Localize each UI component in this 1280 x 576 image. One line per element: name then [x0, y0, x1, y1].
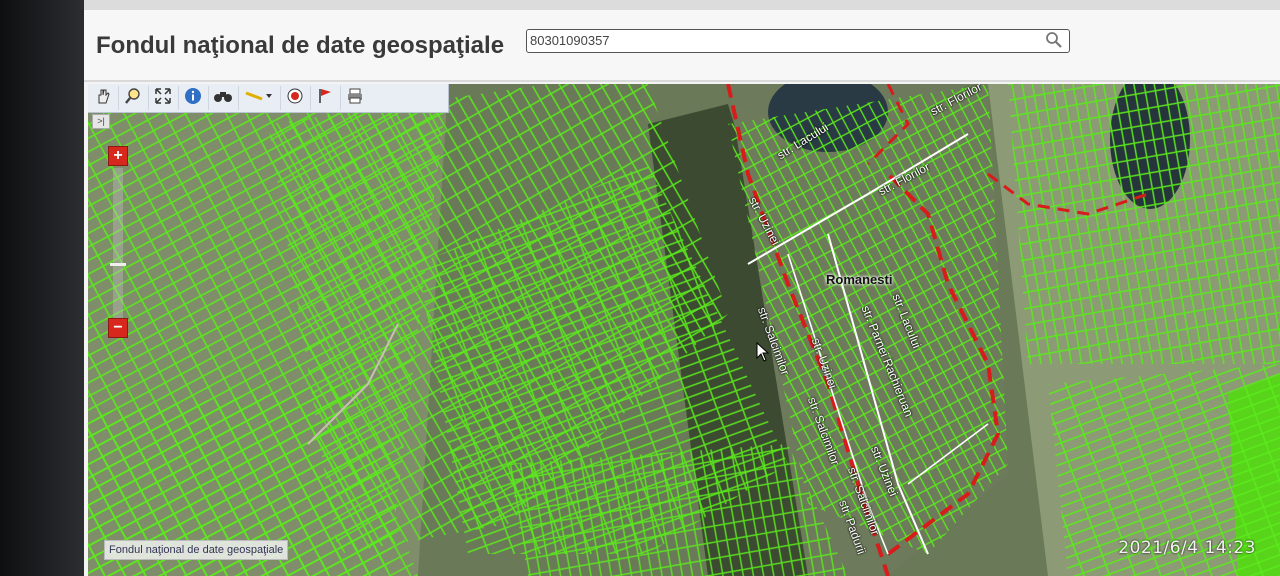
pan-tool[interactable] [88, 86, 119, 110]
print-tool[interactable] [340, 86, 370, 110]
mouse-cursor-icon [756, 342, 770, 362]
zoom-box-tool[interactable] [118, 86, 149, 110]
flag-icon [316, 87, 334, 110]
full-extent-tool[interactable] [148, 86, 179, 110]
search-input[interactable] [530, 32, 1030, 49]
zoom-slider[interactable] [110, 168, 126, 318]
pan-icon [94, 87, 112, 110]
map-toolbar [88, 84, 449, 113]
full-extent-icon [154, 87, 172, 110]
measure-icon [244, 89, 274, 108]
target-icon [286, 87, 304, 110]
zoom-slider-handle[interactable] [110, 263, 126, 266]
panel-collapse-button[interactable]: >| [92, 114, 110, 129]
page-title: Fondul naţional de date geospaţiale [96, 32, 505, 59]
binoculars-tool[interactable] [208, 86, 239, 110]
app-header: Fondul naţional de date geospaţiale [84, 10, 1280, 82]
photo-timestamp: 2021/6/4 14:23 [1118, 538, 1256, 558]
target-tool[interactable] [280, 86, 311, 110]
zoom-box-icon [124, 87, 142, 110]
town-label: Romanesti [826, 272, 893, 287]
binoculars-icon [213, 88, 233, 109]
map-view[interactable]: >| + − str. Lacului str. Florilor str. U… [88, 84, 1280, 576]
browser-screen: Fondul naţional de date geospaţiale 8030… [84, 0, 1280, 576]
map-footer-label: Fondul naţional de date geospaţiale [104, 540, 289, 560]
info-tool[interactable] [178, 86, 209, 110]
print-icon [346, 87, 364, 110]
search-box[interactable] [526, 29, 1070, 53]
flag-tool[interactable] [310, 86, 341, 110]
zoom-in-button[interactable]: + [108, 146, 128, 166]
search-icon[interactable] [1045, 31, 1063, 54]
zoom-out-button[interactable]: − [108, 318, 128, 338]
info-icon [184, 87, 202, 110]
measure-tool[interactable] [238, 86, 281, 110]
zoom-control: + − [108, 146, 128, 342]
satellite-map [88, 84, 1280, 576]
monitor-bezel [0, 0, 84, 576]
